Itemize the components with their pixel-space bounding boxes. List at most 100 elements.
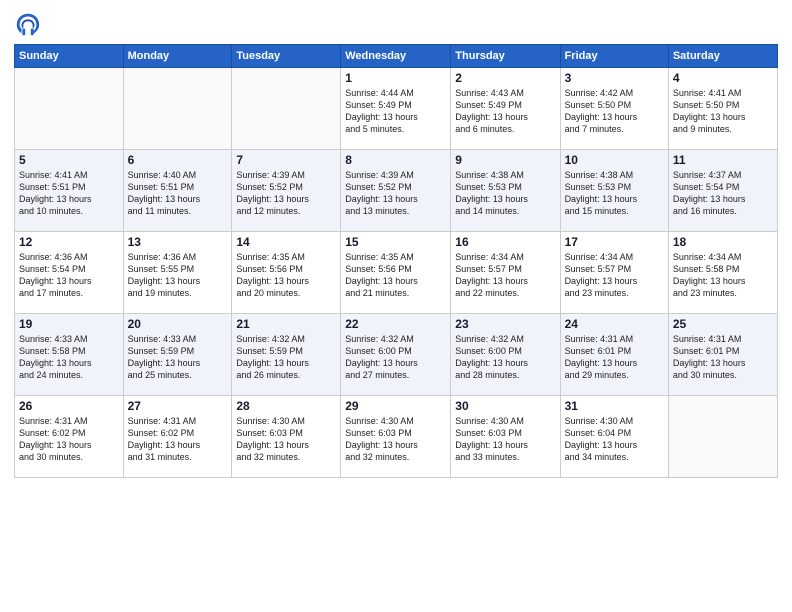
day-info: Sunrise: 4:35 AM Sunset: 5:56 PM Dayligh…	[236, 251, 336, 300]
day-info: Sunrise: 4:39 AM Sunset: 5:52 PM Dayligh…	[236, 169, 336, 218]
empty-cell	[668, 396, 777, 478]
day-cell-7: 7 Sunrise: 4:39 AM Sunset: 5:52 PM Daylig…	[232, 150, 341, 232]
day-cell-23: 23Sunrise: 4:32 AM Sunset: 6:00 PM Dayli…	[451, 314, 560, 396]
day-cell-30: 30 Sunrise: 4:30 AM Sunset: 6:03 PM Dayli…	[451, 396, 560, 478]
day-number: 7	[236, 153, 336, 167]
header-cell-friday: Friday	[560, 45, 668, 68]
day-number: 23	[455, 317, 555, 331]
week-row-4: 19 Sunrise: 4:33 AM Sunset: 5:58 PM Dayli…	[15, 314, 778, 396]
day-info: Sunrise: 4:36 AM Sunset: 5:54 PM Dayligh…	[19, 251, 119, 300]
week-row-5: 26 Sunrise: 4:31 AM Sunset: 6:02 PM Dayli…	[15, 396, 778, 478]
header-cell-thursday: Thursday	[451, 45, 560, 68]
day-info: Sunrise: 4:30 AM Sunset: 6:03 PM Dayligh…	[345, 415, 446, 464]
day-info: Sunrise: 4:33 AM Sunset: 5:59 PM Dayligh…	[128, 333, 228, 382]
day-cell-11: 11Sunrise: 4:37 AM Sunset: 5:54 PM Dayli…	[668, 150, 777, 232]
day-cell-24: 24 Sunrise: 4:31 AM Sunset: 6:01 PM Dayli…	[560, 314, 668, 396]
day-number: 30	[455, 399, 555, 413]
day-number: 26	[19, 399, 119, 413]
week-row-2: 5 Sunrise: 4:41 AM Sunset: 5:51 PM Daylig…	[15, 150, 778, 232]
day-info: Sunrise: 4:37 AM Sunset: 5:54 PM Dayligh…	[673, 169, 773, 218]
day-info: Sunrise: 4:31 AM Sunset: 6:01 PM Dayligh…	[673, 333, 773, 382]
header-cell-wednesday: Wednesday	[341, 45, 451, 68]
day-number: 9	[455, 153, 555, 167]
day-number: 15	[345, 235, 446, 249]
day-info: Sunrise: 4:33 AM Sunset: 5:58 PM Dayligh…	[19, 333, 119, 382]
header-cell-sunday: Sunday	[15, 45, 124, 68]
day-info: Sunrise: 4:32 AM Sunset: 5:59 PM Dayligh…	[236, 333, 336, 382]
day-cell-29: 29 Sunrise: 4:30 AM Sunset: 6:03 PM Dayli…	[341, 396, 451, 478]
day-cell-21: 21 Sunrise: 4:32 AM Sunset: 5:59 PM Dayli…	[232, 314, 341, 396]
day-info: Sunrise: 4:34 AM Sunset: 5:57 PM Dayligh…	[455, 251, 555, 300]
day-info: Sunrise: 4:44 AM Sunset: 5:49 PM Dayligh…	[345, 87, 446, 136]
day-cell-17: 17 Sunrise: 4:34 AM Sunset: 5:57 PM Dayli…	[560, 232, 668, 314]
day-number: 4	[673, 71, 773, 85]
day-cell-13: 13Sunrise: 4:36 AM Sunset: 5:55 PM Dayli…	[123, 232, 232, 314]
day-info: Sunrise: 4:41 AM Sunset: 5:51 PM Dayligh…	[19, 169, 119, 218]
day-cell-19: 19 Sunrise: 4:33 AM Sunset: 5:58 PM Dayli…	[15, 314, 124, 396]
day-cell-16: 16 Sunrise: 4:34 AM Sunset: 5:57 PM Dayli…	[451, 232, 560, 314]
day-number: 3	[565, 71, 664, 85]
day-info: Sunrise: 4:34 AM Sunset: 5:58 PM Dayligh…	[673, 251, 773, 300]
day-number: 12	[19, 235, 119, 249]
day-cell-1: 1Sunrise: 4:44 AM Sunset: 5:49 PM Daylig…	[341, 68, 451, 150]
day-number: 19	[19, 317, 119, 331]
day-cell-3: 3 Sunrise: 4:42 AM Sunset: 5:50 PM Daylig…	[560, 68, 668, 150]
day-info: Sunrise: 4:30 AM Sunset: 6:04 PM Dayligh…	[565, 415, 664, 464]
empty-cell	[15, 68, 124, 150]
day-number: 16	[455, 235, 555, 249]
header-cell-tuesday: Tuesday	[232, 45, 341, 68]
logo	[14, 10, 46, 38]
day-number: 31	[565, 399, 664, 413]
day-cell-12: 12 Sunrise: 4:36 AM Sunset: 5:54 PM Dayli…	[15, 232, 124, 314]
week-row-3: 12 Sunrise: 4:36 AM Sunset: 5:54 PM Dayli…	[15, 232, 778, 314]
day-number: 8	[345, 153, 446, 167]
day-cell-2: 2Sunrise: 4:43 AM Sunset: 5:49 PM Daylig…	[451, 68, 560, 150]
day-info: Sunrise: 4:30 AM Sunset: 6:03 PM Dayligh…	[236, 415, 336, 464]
day-info: Sunrise: 4:42 AM Sunset: 5:50 PM Dayligh…	[565, 87, 664, 136]
day-number: 27	[128, 399, 228, 413]
day-info: Sunrise: 4:38 AM Sunset: 5:53 PM Dayligh…	[455, 169, 555, 218]
day-cell-8: 8Sunrise: 4:39 AM Sunset: 5:52 PM Daylig…	[341, 150, 451, 232]
day-info: Sunrise: 4:34 AM Sunset: 5:57 PM Dayligh…	[565, 251, 664, 300]
empty-cell	[232, 68, 341, 150]
day-cell-14: 14 Sunrise: 4:35 AM Sunset: 5:56 PM Dayli…	[232, 232, 341, 314]
day-info: Sunrise: 4:40 AM Sunset: 5:51 PM Dayligh…	[128, 169, 228, 218]
header	[14, 10, 778, 38]
day-number: 28	[236, 399, 336, 413]
day-number: 22	[345, 317, 446, 331]
day-cell-10: 10 Sunrise: 4:38 AM Sunset: 5:53 PM Dayli…	[560, 150, 668, 232]
day-info: Sunrise: 4:38 AM Sunset: 5:53 PM Dayligh…	[565, 169, 664, 218]
day-number: 21	[236, 317, 336, 331]
header-cell-monday: Monday	[123, 45, 232, 68]
day-number: 5	[19, 153, 119, 167]
day-number: 29	[345, 399, 446, 413]
day-info: Sunrise: 4:43 AM Sunset: 5:49 PM Dayligh…	[455, 87, 555, 136]
header-cell-saturday: Saturday	[668, 45, 777, 68]
day-number: 24	[565, 317, 664, 331]
day-number: 6	[128, 153, 228, 167]
day-cell-25: 25 Sunrise: 4:31 AM Sunset: 6:01 PM Dayli…	[668, 314, 777, 396]
day-number: 20	[128, 317, 228, 331]
day-number: 25	[673, 317, 773, 331]
day-info: Sunrise: 4:31 AM Sunset: 6:02 PM Dayligh…	[19, 415, 119, 464]
day-cell-28: 28 Sunrise: 4:30 AM Sunset: 6:03 PM Dayli…	[232, 396, 341, 478]
day-info: Sunrise: 4:30 AM Sunset: 6:03 PM Dayligh…	[455, 415, 555, 464]
week-row-1: 1Sunrise: 4:44 AM Sunset: 5:49 PM Daylig…	[15, 68, 778, 150]
day-number: 17	[565, 235, 664, 249]
day-info: Sunrise: 4:41 AM Sunset: 5:50 PM Dayligh…	[673, 87, 773, 136]
day-info: Sunrise: 4:31 AM Sunset: 6:01 PM Dayligh…	[565, 333, 664, 382]
day-cell-15: 15 Sunrise: 4:35 AM Sunset: 5:56 PM Dayli…	[341, 232, 451, 314]
day-number: 14	[236, 235, 336, 249]
day-cell-5: 5 Sunrise: 4:41 AM Sunset: 5:51 PM Daylig…	[15, 150, 124, 232]
day-number: 13	[128, 235, 228, 249]
day-cell-20: 20 Sunrise: 4:33 AM Sunset: 5:59 PM Dayli…	[123, 314, 232, 396]
day-cell-4: 4 Sunrise: 4:41 AM Sunset: 5:50 PM Daylig…	[668, 68, 777, 150]
day-cell-9: 9 Sunrise: 4:38 AM Sunset: 5:53 PM Daylig…	[451, 150, 560, 232]
day-info: Sunrise: 4:35 AM Sunset: 5:56 PM Dayligh…	[345, 251, 446, 300]
calendar-table: SundayMondayTuesdayWednesdayThursdayFrid…	[14, 44, 778, 478]
day-cell-27: 27Sunrise: 4:31 AM Sunset: 6:02 PM Dayli…	[123, 396, 232, 478]
logo-icon	[14, 10, 42, 38]
day-cell-31: 31 Sunrise: 4:30 AM Sunset: 6:04 PM Dayli…	[560, 396, 668, 478]
day-number: 10	[565, 153, 664, 167]
day-cell-18: 18Sunrise: 4:34 AM Sunset: 5:58 PM Dayli…	[668, 232, 777, 314]
